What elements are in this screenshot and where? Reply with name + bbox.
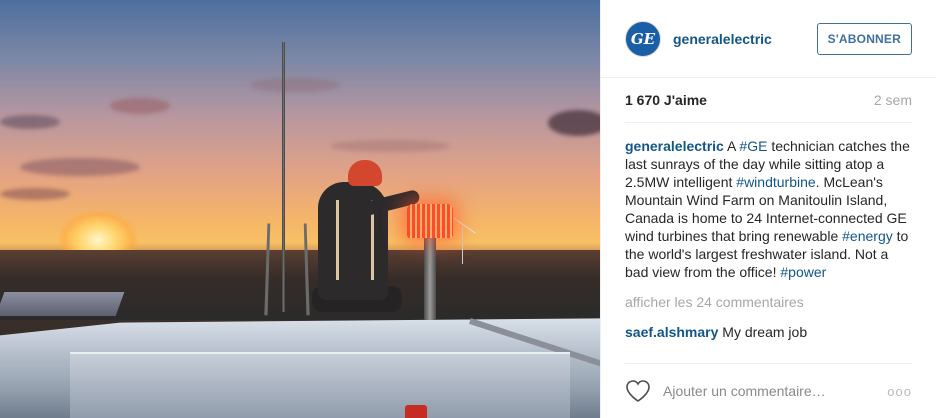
- likes-count[interactable]: 1 670 J'aime: [625, 92, 707, 108]
- add-comment-bar: Ajouter un commentaire… ooo: [625, 363, 912, 418]
- follow-button[interactable]: S'ABONNER: [816, 22, 912, 55]
- cloud: [548, 110, 600, 136]
- view-all-comments-link[interactable]: afficher les 24 commentaires: [625, 293, 912, 311]
- cloud: [20, 158, 140, 176]
- more-options-icon[interactable]: ooo: [887, 384, 912, 399]
- hashtag-link[interactable]: #GE: [739, 138, 767, 154]
- safety-helmet: [348, 160, 382, 186]
- caption-username[interactable]: generalelectric: [625, 138, 724, 154]
- cloud: [250, 78, 340, 92]
- comments-section: generalelectric A #GE technician catches…: [601, 123, 936, 363]
- caption-text: A #GE technician catches the last sunray…: [625, 138, 910, 280]
- post-time[interactable]: 2 sem: [874, 92, 912, 108]
- cloud: [0, 188, 70, 200]
- lake: [0, 292, 125, 316]
- header-username[interactable]: generalelectric: [673, 31, 817, 47]
- distant-wind-turbine: [462, 226, 463, 264]
- caption-text-segment: A: [723, 138, 740, 154]
- mast-support: [264, 223, 310, 316]
- add-comment-input[interactable]: Ajouter un commentaire…: [663, 383, 887, 399]
- post-meta: 1 670 J'aime 2 sem: [625, 78, 912, 123]
- avatar[interactable]: GE: [625, 20, 661, 57]
- red-light: [405, 405, 427, 418]
- cloud: [0, 115, 60, 129]
- instagram-post: GE generalelectric S'ABONNER 1 670 J'aim…: [0, 0, 936, 418]
- comment: saef.alshmary My dream job: [625, 323, 912, 341]
- heart-icon[interactable]: [625, 379, 651, 403]
- hashtag-link[interactable]: #energy: [842, 228, 893, 244]
- cloud: [330, 140, 450, 152]
- aviation-beacon-light: [407, 204, 453, 238]
- post-photo[interactable]: [0, 0, 600, 418]
- post-side-panel: GE generalelectric S'ABONNER 1 670 J'aim…: [600, 0, 936, 418]
- comment-username[interactable]: saef.alshmary: [625, 324, 718, 340]
- post-header: GE generalelectric S'ABONNER: [601, 0, 936, 78]
- hashtag-link[interactable]: #windturbine: [736, 174, 815, 190]
- comment-text: My dream job: [718, 324, 808, 340]
- roof-hatch: [70, 352, 570, 418]
- cloud: [110, 98, 170, 114]
- hashtag-link[interactable]: #power: [780, 264, 826, 280]
- caption: generalelectric A #GE technician catches…: [625, 137, 912, 281]
- beacon-post: [424, 236, 436, 320]
